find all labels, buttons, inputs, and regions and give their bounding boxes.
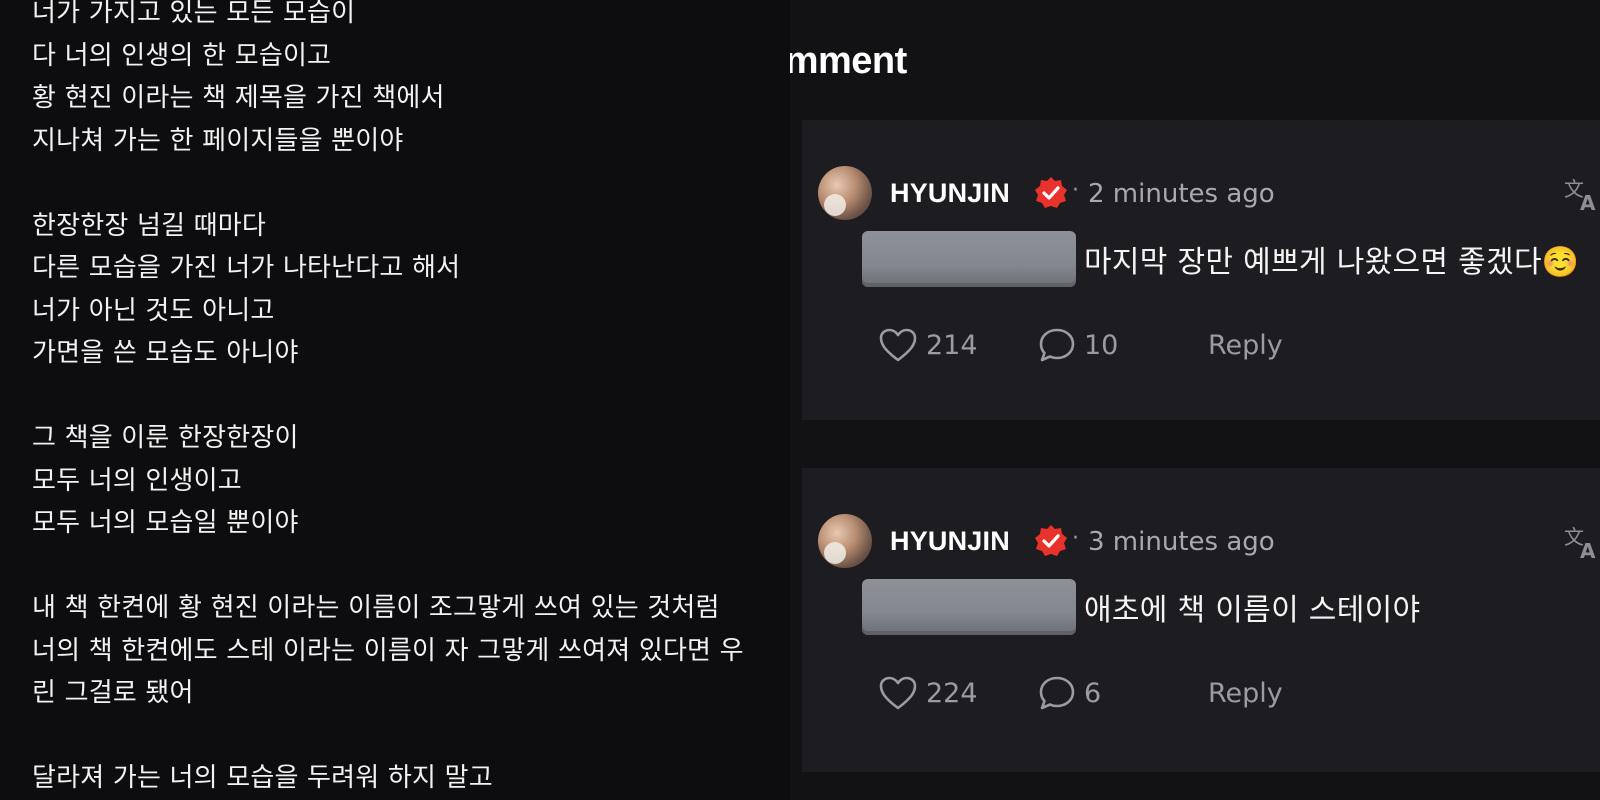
comment-body: 마지막 장만 예쁘게 나왔으면 좋겠다☺️ <box>862 230 1580 288</box>
comment-header: HYUNJIN · 2 minutes ago 文 A <box>802 166 1600 222</box>
letter-line: 너가 아닌 것도 아니고 <box>32 295 275 326</box>
letter-line: 황 현진 이라는 책 제목을 가진 책에서 <box>32 83 445 113</box>
svg-text:A: A <box>1580 191 1596 214</box>
letter-line: 너의 책 한켠에도 스테 이라는 이름이 자 그맣게 쓰여져 있다면 우 <box>32 635 744 666</box>
letter-line: 달라져 가는 너의 모습을 두려워 하지 말고 <box>32 763 493 793</box>
comment-actions: 214 10 Reply <box>878 320 1598 370</box>
letter-line: 다 너의 인생의 한 모습이고 <box>32 40 332 71</box>
svg-text:A: A <box>1580 539 1596 562</box>
avatar[interactable] <box>818 166 872 220</box>
like-count: 224 <box>926 677 978 709</box>
username[interactable]: HYUNJIN <box>890 526 1010 557</box>
avatar[interactable] <box>818 514 872 568</box>
translate-icon[interactable]: 文 A <box>1562 174 1600 214</box>
comment-body: 애초에 책 이름이 스테이야 <box>862 578 1420 636</box>
separator-dot: · <box>1072 178 1079 203</box>
redacted-mention <box>862 231 1076 287</box>
reply-count: 6 <box>1084 677 1102 709</box>
separator-dot: · <box>1072 526 1079 551</box>
replies-button[interactable]: 6 <box>1038 668 1101 718</box>
redacted-mention <box>862 579 1076 635</box>
letter-line-blank <box>32 545 744 588</box>
reply-count: 10 <box>1084 329 1119 361</box>
letter-line: 지나쳐 가는 한 페이지들을 뿐이야 <box>32 125 404 156</box>
letter-line: 다른 모습을 가진 너가 나타난다고 해서 <box>32 253 461 283</box>
letter-line: 내 책 한켠에 황 현진 이라는 이름이 조그맣게 쓰여 있는 것처럼 <box>32 593 720 623</box>
comment-bubble-icon <box>1039 676 1075 710</box>
comments-title: omment <box>790 40 907 82</box>
like-count: 214 <box>926 329 978 361</box>
letter-line: 그 책을 이룬 한장한장이 <box>32 423 299 453</box>
screenshot-composite: 너가 가지고 있는 모든 모습이 다 너의 인생의 한 모습이고 황 현진 이라… <box>0 0 1600 800</box>
verified-badge-icon <box>1035 525 1067 556</box>
letter-line: 한장한장 넘길 때마다 <box>32 210 267 241</box>
username[interactable]: HYUNJIN <box>890 178 1010 209</box>
heart-icon <box>879 676 917 710</box>
comment-text: 마지막 장만 예쁘게 나왔으면 좋겠다☺️ <box>1084 245 1580 280</box>
letter-text: 너가 가지고 있는 모든 모습이 다 너의 인생의 한 모습이고 황 현진 이라… <box>32 0 744 800</box>
letter-line-blank <box>32 162 744 205</box>
comment-bubble-icon <box>1039 328 1075 362</box>
letter-line: 모두 너의 인생이고 <box>32 465 242 496</box>
verified-badge-icon <box>1035 177 1067 208</box>
comment-text: 애초에 책 이름이 스테이야 <box>1084 593 1421 628</box>
letter-pane: 너가 가지고 있는 모든 모습이 다 너의 인생의 한 모습이고 황 현진 이라… <box>0 0 790 800</box>
letter-line: 모두 너의 모습일 뿐이야 <box>32 508 299 538</box>
comment-card: HYUNJIN · 2 minutes ago 文 A 마지막 장만 예쁘게 나… <box>802 120 1600 420</box>
letter-line: 너가 가지고 있는 모든 모습이 <box>32 0 356 28</box>
replies-button[interactable]: 10 <box>1038 320 1118 370</box>
timestamp: 3 minutes ago <box>1088 527 1275 557</box>
timestamp: 2 minutes ago <box>1088 179 1275 209</box>
comment-header: HYUNJIN · 3 minutes ago 文 A <box>802 514 1600 570</box>
letter-line: 가면을 쓴 모습도 아니야 <box>32 338 299 368</box>
letter-line: 린 그걸로 됐어 <box>32 678 194 708</box>
letter-line-blank <box>32 375 744 418</box>
comment-pane: omment HYUNJIN · 2 minutes ago 文 A 마지막 장 <box>790 0 1600 800</box>
like-button[interactable]: 224 <box>878 668 978 718</box>
comment-card: HYUNJIN · 3 minutes ago 文 A 애초에 책 이름이 스테… <box>802 468 1600 772</box>
heart-icon <box>879 328 917 362</box>
translate-icon[interactable]: 文 A <box>1562 522 1600 562</box>
like-button[interactable]: 214 <box>878 320 978 370</box>
reply-button[interactable]: Reply <box>1208 668 1283 718</box>
letter-line-blank <box>32 715 744 758</box>
reply-button[interactable]: Reply <box>1208 320 1283 370</box>
comment-actions: 224 6 Reply <box>878 668 1598 718</box>
